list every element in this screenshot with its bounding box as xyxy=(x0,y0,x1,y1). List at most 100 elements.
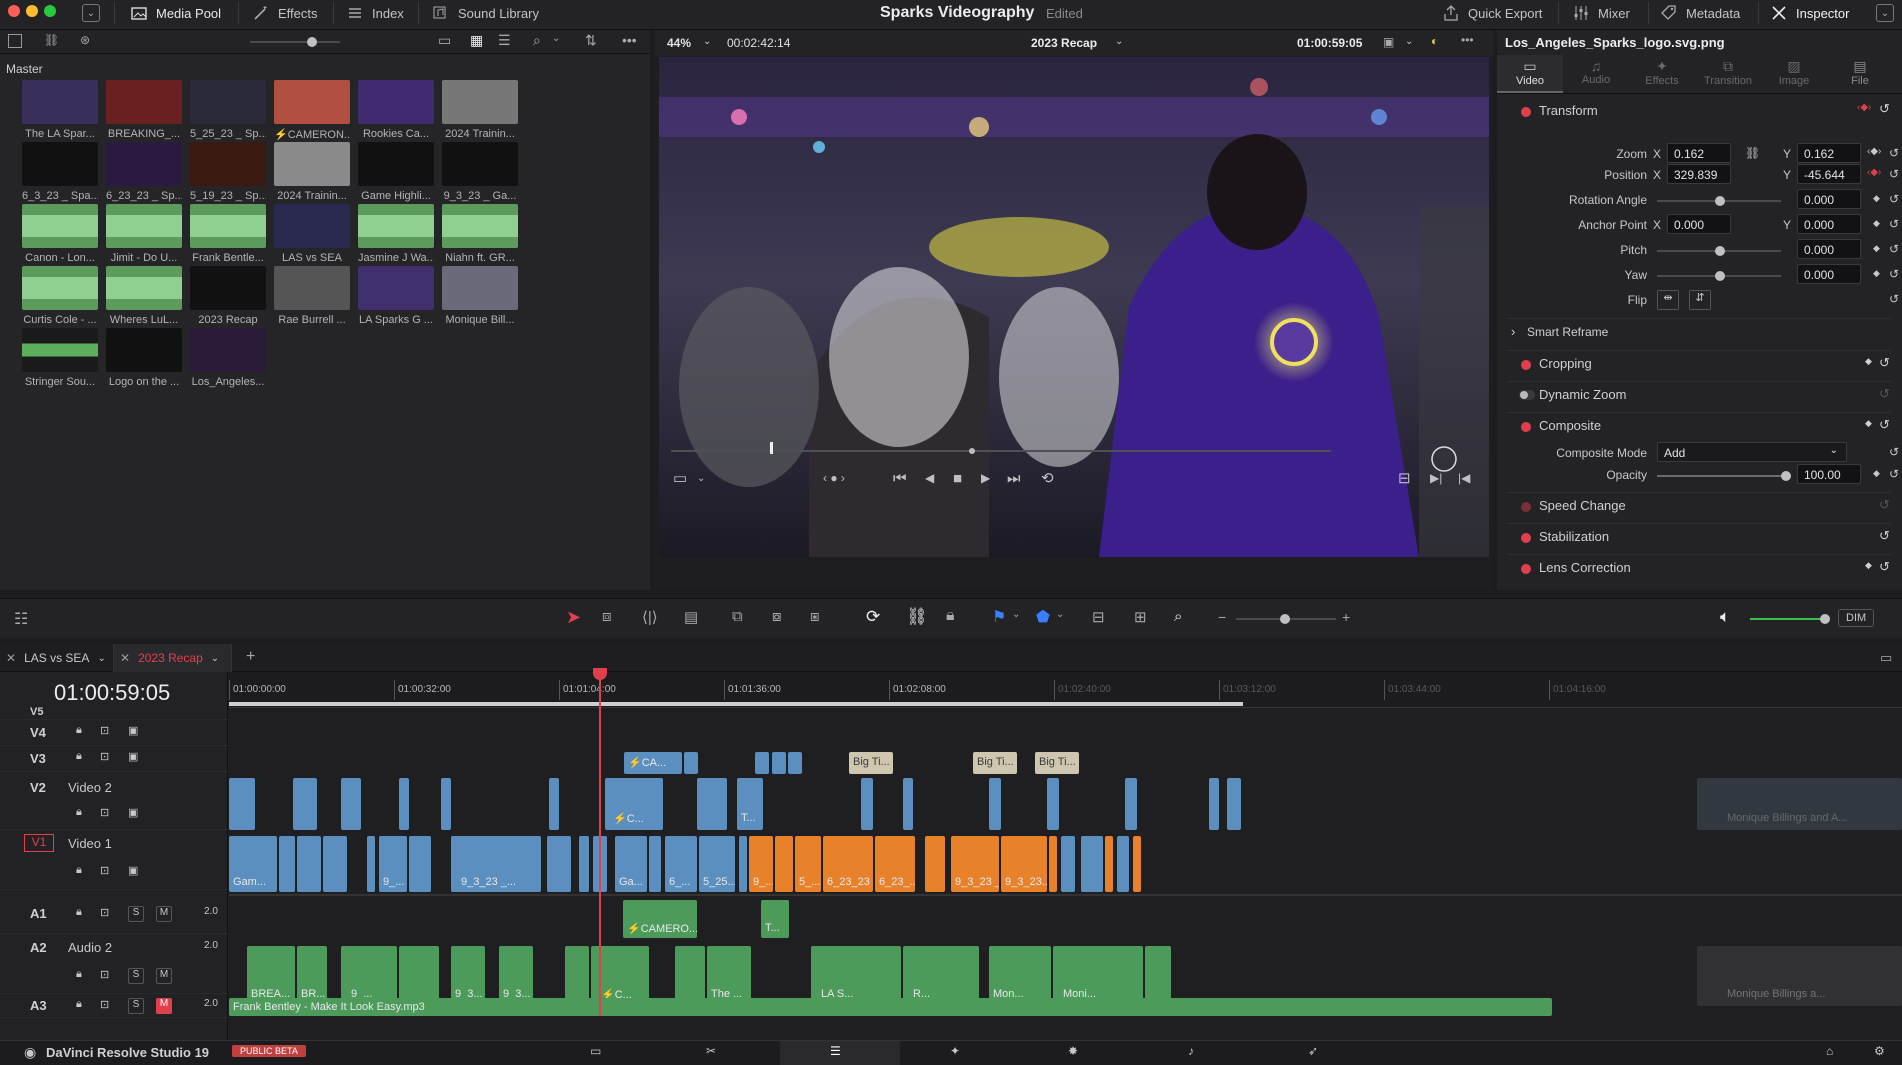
clip-v1-orange[interactable] xyxy=(925,836,945,892)
marker-chevron-icon[interactable]: ⌄ xyxy=(1056,609,1064,620)
clip-v2[interactable] xyxy=(697,778,727,830)
timeline-panel-icon[interactable]: ▭ xyxy=(1880,650,1892,666)
media-pool-clip[interactable]: LA Sparks G ... xyxy=(358,266,434,326)
mute-button-active[interactable]: M xyxy=(156,998,172,1014)
clip-v1-9[interactable]: 9_... xyxy=(379,836,407,892)
settings-gear-icon[interactable]: ⚙ xyxy=(1874,1044,1885,1058)
lock-icon[interactable]: 🔒︎ xyxy=(76,750,82,763)
anchor-y-field[interactable]: 0.000 xyxy=(1797,214,1861,234)
cut-page-icon[interactable]: ✂ xyxy=(706,1044,716,1058)
timeline-select-chevron-icon[interactable]: ⌄ xyxy=(1115,36,1123,47)
clip-v1[interactable] xyxy=(1081,836,1103,892)
thumbnail-size-slider[interactable] xyxy=(250,37,340,47)
clip-v1[interactable] xyxy=(323,836,347,892)
anchor-keyframe-icon[interactable]: ◆ xyxy=(1873,218,1880,229)
cropping-section[interactable]: Cropping ◆ ↺ xyxy=(1507,350,1892,378)
keyframe-nav-icon[interactable]: ‹◆› xyxy=(1857,102,1871,113)
zoom-x-field[interactable]: 0.162 xyxy=(1667,143,1731,163)
fusion-page-icon[interactable]: ✦ xyxy=(950,1044,960,1058)
opacity-field[interactable]: 100.00 xyxy=(1797,464,1861,484)
media-pool-clip[interactable]: 9_3_23 _ Ga... xyxy=(442,142,518,202)
media-pool-clip[interactable]: 2024 Trainin... xyxy=(274,142,350,202)
clip-v1-6-23[interactable]: 6_23_... xyxy=(875,836,915,892)
timeline-ruler[interactable]: 01:00:00:00 01:00:32:00 01:01:04:00 01:01:3… xyxy=(229,672,1902,708)
composite-keyframe-icon[interactable]: ◆ xyxy=(1865,418,1872,429)
clip-a2-brea[interactable]: BREA... xyxy=(247,946,295,1006)
clip-v1[interactable] xyxy=(279,836,295,892)
clip-v2[interactable] xyxy=(549,778,559,830)
clip-v3[interactable] xyxy=(755,752,769,774)
flip-vertical-icon[interactable]: ⇵ xyxy=(1689,290,1711,310)
clip-a1-camero[interactable]: ⚡CAMERO... xyxy=(623,900,697,938)
auto-select-icon[interactable]: ⊡ xyxy=(100,998,109,1011)
clip-v2[interactable] xyxy=(293,778,317,830)
clip-v1-5-25[interactable]: 5_25... xyxy=(699,836,735,892)
clip-a2-9-3-b[interactable]: 9_3... xyxy=(499,946,533,1006)
media-pool-clip[interactable]: Game Highli... xyxy=(358,142,434,202)
clip-a2-9[interactable]: 9_... xyxy=(341,946,397,1006)
frame-guides-chevron-icon[interactable]: ⌄ xyxy=(697,473,705,484)
lock-icon[interactable]: 🔒︎ xyxy=(76,724,82,737)
prev-edit-icon[interactable]: |◀ xyxy=(1458,471,1470,485)
selection-tool-icon[interactable]: ➤ xyxy=(566,607,581,628)
solo-button[interactable]: S xyxy=(128,906,144,922)
tab-audio[interactable]: ♫ Audio xyxy=(1563,55,1629,93)
tab-image[interactable]: ▨ Image xyxy=(1761,55,1827,93)
clip-v1-orange[interactable] xyxy=(1105,836,1113,892)
dynamic-zoom-section[interactable]: Dynamic Zoom ↺ xyxy=(1507,381,1892,409)
more-options-icon[interactable]: ••• xyxy=(622,32,637,48)
tab-las-vs-sea[interactable]: ✕ LAS vs SEA ⌄ xyxy=(0,644,114,672)
add-timeline-tab-icon[interactable]: + xyxy=(246,648,255,666)
rotation-keyframe-icon[interactable]: ◆ xyxy=(1873,193,1880,204)
composite-reset-icon[interactable]: ↺ xyxy=(1879,417,1890,433)
track-enable-icon[interactable]: ▣ xyxy=(128,750,138,763)
index-button[interactable]: Index xyxy=(346,0,404,26)
edit-page-icon[interactable]: ☰ xyxy=(830,1044,841,1058)
stabilization-enable-toggle[interactable] xyxy=(1521,533,1531,543)
clip-v2[interactable] xyxy=(1227,778,1241,830)
tab-effects[interactable]: ✦ Effects xyxy=(1629,55,1695,93)
zoom-y-field[interactable]: 0.162 xyxy=(1797,143,1861,163)
skip-end-icon[interactable]: ⏭ xyxy=(1007,470,1021,487)
clip-v3[interactable] xyxy=(684,752,698,774)
transform-section-header[interactable]: Transform ‹◆› ↺ xyxy=(1507,98,1892,126)
list-view-icon[interactable]: ☰ xyxy=(498,32,511,49)
link-icon[interactable]: ⛓ xyxy=(44,33,59,47)
clip-v2[interactable] xyxy=(229,778,255,830)
metadata-button[interactable]: Metadata xyxy=(1660,0,1740,26)
quick-export-button[interactable]: Quick Export xyxy=(1442,0,1542,26)
clip-a1-t[interactable]: T... xyxy=(761,900,789,938)
zoom-in-icon[interactable]: + xyxy=(1342,609,1350,625)
track-lanes[interactable]: ⚡CA... Big Ti... Big Ti... Big Ti... ⚡C.… xyxy=(229,668,1902,1058)
cropping-keyframe-icon[interactable]: ◆ xyxy=(1865,356,1872,367)
loop-icon[interactable]: ⟲ xyxy=(1041,469,1054,487)
color-page-icon[interactable]: ✸ xyxy=(1068,1044,1078,1058)
composite-mode-select[interactable]: Add ⌄ xyxy=(1657,442,1847,462)
media-pool-clip[interactable]: 6_3_23 _ Spa... xyxy=(22,142,98,202)
search-icon[interactable]: ⌕ xyxy=(533,32,541,49)
pitch-reset-icon[interactable]: ↺ xyxy=(1889,242,1899,256)
media-pool-clip[interactable]: BREAKING_... xyxy=(106,80,182,140)
yaw-keyframe-icon[interactable]: ◆ xyxy=(1873,268,1880,279)
clip-v1[interactable] xyxy=(649,836,661,892)
clip-a2[interactable] xyxy=(565,946,589,1006)
media-pool-clip[interactable]: 5_19_23 _ Sp... xyxy=(190,142,266,202)
anchor-reset-icon[interactable]: ↺ xyxy=(1889,217,1899,231)
media-pool-clip[interactable]: Rookies Ca... xyxy=(358,80,434,140)
media-pool-clip[interactable]: Rae Burrell ... xyxy=(274,266,350,326)
flip-horizontal-icon[interactable]: ⇹ xyxy=(1657,290,1679,310)
insert-clip-icon[interactable]: ⧉ xyxy=(732,608,743,625)
clip-v2[interactable] xyxy=(861,778,873,830)
clip-v1[interactable] xyxy=(579,836,589,892)
clip-a3-frank-bentley[interactable]: Frank Bentley - Make It Look Easy.mp3 xyxy=(229,998,1552,1016)
trim-tool-icon[interactable]: ⧈ xyxy=(602,608,612,625)
media-page-icon[interactable]: ▭ xyxy=(590,1044,601,1058)
media-pool-clip[interactable]: 6_23_23 _ Sp... xyxy=(106,142,182,202)
zoom-chevron-icon[interactable]: ⌄ xyxy=(703,36,711,47)
clip-v1[interactable] xyxy=(1117,836,1129,892)
tab-file[interactable]: ▤ File xyxy=(1827,55,1893,93)
inspector-button[interactable]: Inspector xyxy=(1770,0,1849,26)
clip-a2[interactable] xyxy=(1145,946,1171,1006)
media-pool-clip[interactable]: Logo on the ... xyxy=(106,328,182,388)
clip-a2-r[interactable]: R... xyxy=(903,946,979,1006)
